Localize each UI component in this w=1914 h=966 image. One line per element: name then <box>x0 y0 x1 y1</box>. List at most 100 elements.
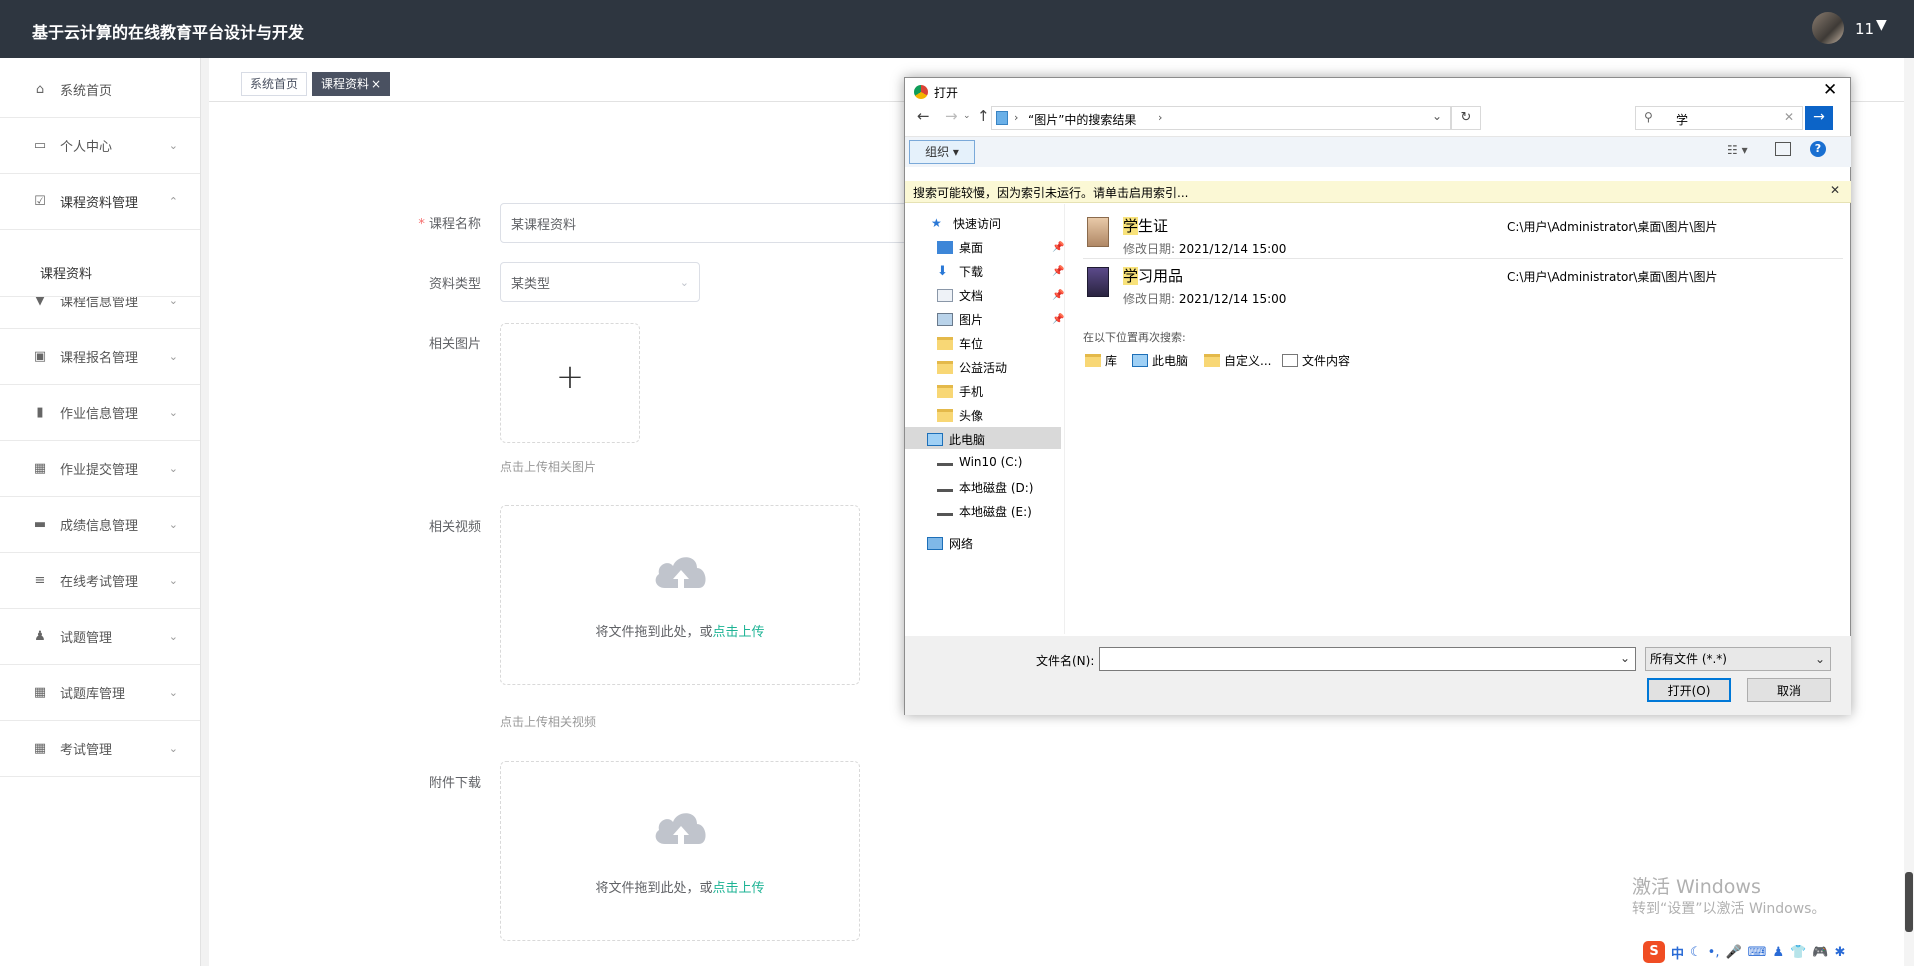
address-bar[interactable]: › “图片”中的搜索结果 › ⌄ <box>991 106 1451 130</box>
result-item[interactable]: 学习用品 修改日期: 2021/12/14 15:00 C:\用户\Admini… <box>1083 261 1843 309</box>
tab-home[interactable]: 系统首页 <box>241 72 308 96</box>
sidebar-subitem-course-material[interactable]: 课程资料 <box>0 249 200 297</box>
list-icon: ≡ <box>34 573 46 588</box>
course-name-label-text: 课程名称 <box>428 217 481 232</box>
desktop-icon <box>937 241 953 254</box>
help-icon[interactable]: ? <box>1810 141 1826 157</box>
address-dropdown-icon[interactable]: ⌄ <box>1432 109 1442 123</box>
search-again-library-label: 库 <box>1105 354 1118 368</box>
search-go-button[interactable]: → <box>1805 106 1833 130</box>
sidebar-item-11[interactable]: ▦ 试题库管理 ⌄ <box>0 665 200 721</box>
nav-folder-1[interactable]: 车位 <box>937 335 983 352</box>
cancel-button[interactable]: 取消 <box>1747 678 1831 702</box>
view-options-icon[interactable]: ☷ ▾ <box>1727 143 1748 157</box>
avatar[interactable] <box>1812 12 1844 44</box>
preview-pane-icon[interactable] <box>1775 142 1791 156</box>
forward-icon[interactable]: → <box>945 107 958 125</box>
breadcrumb[interactable]: “图片”中的搜索结果 <box>1028 111 1136 128</box>
tab-course-material-label: 课程资料 <box>321 77 370 91</box>
sidebar-item-5[interactable]: ▣ 课程报名管理 ⌄ <box>0 329 200 385</box>
up-icon[interactable]: ↑ <box>977 107 990 125</box>
nav-drive-d[interactable]: 本地磁盘 (D:) <box>937 479 1033 496</box>
clear-search-icon[interactable]: ✕ <box>1784 110 1794 124</box>
nav-drive-e[interactable]: 本地磁盘 (E:) <box>937 503 1032 520</box>
user-name[interactable]: 11 <box>1855 20 1874 38</box>
pin-icon: 📌 <box>1052 266 1065 277</box>
nav-this-pc[interactable]: 此电脑 <box>927 431 985 448</box>
nav-quick-access[interactable]: ★ 快速访问 <box>931 215 1001 232</box>
sidebar-item-3[interactable]: ☑ 课程资料管理 ⌃ <box>0 174 200 230</box>
nav-network-label: 网络 <box>949 537 974 551</box>
tab-course-material[interactable]: 课程资料 × <box>312 72 391 96</box>
video-upload-link[interactable]: 点击上传 <box>713 625 765 640</box>
info-bar[interactable]: 搜索可能较慢，因为索引未运行。请单击启用索引... ✕ <box>905 181 1851 203</box>
download-icon: ⬇ <box>937 264 948 279</box>
caret-down-icon[interactable]: ▼ <box>1876 17 1887 33</box>
user-tray-icon[interactable]: ♟ <box>1772 945 1784 960</box>
settings-icon[interactable]: ✱ <box>1834 945 1845 960</box>
course-name-input[interactable]: 某课程资料 <box>500 203 920 243</box>
sidebar: ⌂ 系统首页 ▭ 个人中心 ⌄ ☑ 课程资料管理 ⌃ ▼ 课程信息管理 ⌄ ▣ 课程报名管理 ⌄ ▮ 作业信息… <box>0 58 201 966</box>
sidebar-item-1[interactable]: ⌂ 系统首页 <box>0 62 200 118</box>
chevron-down-icon: ⌄ <box>168 686 178 699</box>
sidebar-item-9[interactable]: ≡ 在线考试管理 ⌄ <box>0 553 200 609</box>
ime-tray: S 中 ☾ •, 🎤 ⌨ ♟ 👕 🎮 ✱ <box>1643 938 1914 966</box>
attachment-upload-link[interactable]: 点击上传 <box>713 881 765 896</box>
search-input[interactable]: ⚲ 学 ✕ <box>1635 106 1803 130</box>
ime-mode[interactable]: 中 <box>1671 943 1684 962</box>
type-select[interactable]: 某类型 ⌄ <box>500 262 700 302</box>
nav-folder-3[interactable]: 手机 <box>937 383 983 400</box>
image-uploader[interactable]: + <box>500 323 640 443</box>
search-again-library[interactable]: 库 <box>1085 352 1117 369</box>
recent-dropdown-icon[interactable]: ⌄ <box>963 111 971 121</box>
filename-dropdown-icon[interactable]: ⌄ <box>1620 651 1630 665</box>
tab-close-icon[interactable]: × <box>371 77 381 91</box>
skin-icon[interactable]: 👕 <box>1790 945 1806 960</box>
punctuation-icon[interactable]: •, <box>1708 945 1720 960</box>
organize-button[interactable]: 组织 ▾ <box>909 140 975 164</box>
search-again-file-contents[interactable]: 文件内容 <box>1282 352 1350 369</box>
attachment-drop-zone[interactable]: 将文件拖到此处，或点击上传 <box>500 761 860 941</box>
top-bar: 基于云计算的在线教育平台设计与开发 11 ▼ <box>0 0 1914 58</box>
info-close-icon[interactable]: ✕ <box>1830 183 1840 197</box>
briefcase-icon: ▬ <box>33 517 47 532</box>
microphone-icon[interactable]: 🎤 <box>1725 945 1741 960</box>
filetype-select[interactable]: 所有文件 (*.*) ⌄ <box>1645 647 1831 671</box>
moon-icon[interactable]: ☾ <box>1690 945 1702 960</box>
nav-pictures[interactable]: 图片 <box>937 311 983 328</box>
nav-desktop[interactable]: 桌面 <box>937 239 983 256</box>
keyboard-icon[interactable]: ⌨ <box>1748 945 1767 960</box>
close-icon[interactable]: ✕ <box>1823 80 1837 100</box>
video-drop-zone[interactable]: 将文件拖到此处，或点击上传 <box>500 505 860 685</box>
page-scrollbar[interactable] <box>1904 58 1914 966</box>
sidebar-item-6[interactable]: ▮ 作业信息管理 ⌄ <box>0 385 200 441</box>
sidebar-item-10[interactable]: ♟ 试题管理 ⌄ <box>0 609 200 665</box>
open-button[interactable]: 打开(O) <box>1647 678 1731 702</box>
refresh-icon[interactable]: ↻ <box>1451 106 1481 130</box>
sidebar-item-label: 成绩信息管理 <box>60 519 139 534</box>
star-icon: ★ <box>931 216 942 230</box>
nav-downloads[interactable]: ⬇ 下载 <box>937 263 983 280</box>
gamepad-icon[interactable]: 🎮 <box>1812 945 1828 960</box>
search-again-this-pc[interactable]: 此电脑 <box>1132 352 1188 369</box>
nav-folder-4[interactable]: 头像 <box>937 407 983 424</box>
nav-drive-c[interactable]: Win10 (C:) <box>937 455 1022 469</box>
back-icon[interactable]: ← <box>917 107 930 125</box>
nav-folder-2[interactable]: 公益活动 <box>937 359 1007 376</box>
result-item[interactable]: 学生证 修改日期: 2021/12/14 15:00 C:\用户\Adminis… <box>1083 211 1843 259</box>
sidebar-item-label: 考试管理 <box>60 743 113 758</box>
sidebar-item-12[interactable]: ▦ 考试管理 ⌄ <box>0 721 200 777</box>
page-scrollbar-thumb[interactable] <box>1905 872 1913 932</box>
nav-network[interactable]: 网络 <box>927 535 973 552</box>
bar-chart-icon: ▮ <box>36 405 44 420</box>
sidebar-item-2[interactable]: ▭ 个人中心 ⌄ <box>0 118 200 174</box>
nav-documents[interactable]: 文档 <box>937 287 983 304</box>
sidebar-item-7[interactable]: ▦ 作业提交管理 ⌄ <box>0 441 200 497</box>
drive-icon <box>937 508 953 516</box>
sidebar-item-8[interactable]: ▬ 成绩信息管理 ⌄ <box>0 497 200 553</box>
search-again-custom[interactable]: 自定义... <box>1204 352 1271 369</box>
chevron-up-icon: ⌃ <box>168 195 178 208</box>
nav-folder-2-label: 公益活动 <box>959 361 1008 375</box>
sogou-logo-icon[interactable]: S <box>1643 941 1665 963</box>
filename-input[interactable]: ⌄ <box>1099 647 1636 671</box>
